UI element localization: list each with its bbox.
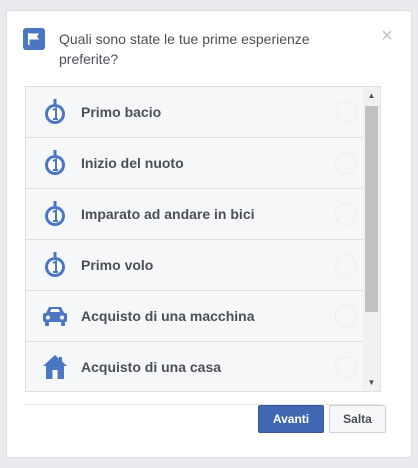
radio-button[interactable] bbox=[335, 152, 357, 174]
medal-icon bbox=[42, 201, 68, 227]
divider bbox=[25, 404, 381, 405]
radio-button[interactable] bbox=[335, 254, 357, 276]
list-item-label: Imparato ad andare in bici bbox=[81, 206, 255, 222]
house-icon bbox=[42, 354, 68, 380]
list-item[interactable]: Acquisto di una macchina bbox=[26, 291, 377, 342]
list-item[interactable]: Primo volo bbox=[26, 240, 377, 291]
next-button[interactable]: Avanti bbox=[258, 405, 324, 433]
list-item[interactable]: Primo bacio bbox=[26, 87, 377, 138]
radio-button[interactable] bbox=[335, 305, 357, 327]
list-item-label: Acquisto di una macchina bbox=[81, 308, 255, 324]
radio-button[interactable] bbox=[335, 101, 357, 123]
medal-icon bbox=[42, 99, 68, 125]
list-item[interactable]: Inizio del nuoto bbox=[26, 138, 377, 189]
skip-button[interactable]: Salta bbox=[329, 405, 386, 433]
list-item-label: Primo volo bbox=[81, 257, 154, 273]
list-item-label: Acquisto di una casa bbox=[81, 359, 222, 375]
list-item-label: Inizio del nuoto bbox=[81, 155, 184, 171]
medal-icon bbox=[42, 252, 68, 278]
flag-icon bbox=[23, 28, 45, 50]
scroll-up-arrow-icon[interactable]: ▲ bbox=[363, 87, 380, 104]
list-item[interactable]: Imparato ad andare in bici bbox=[26, 189, 377, 240]
close-icon[interactable]: × bbox=[379, 26, 395, 46]
experience-list: Primo bacio Inizio del nuoto Imparato ad… bbox=[25, 86, 381, 392]
question-text: Quali sono state le tue prime esperienze… bbox=[59, 31, 310, 67]
radio-button[interactable] bbox=[335, 356, 357, 378]
dialog: Quali sono state le tue prime esperienze… bbox=[6, 10, 412, 458]
list-item[interactable]: Acquisto di una casa bbox=[26, 342, 377, 391]
scrollbar[interactable]: ▲ ▼ bbox=[363, 87, 380, 391]
dialog-header: Quali sono state le tue prime esperienze… bbox=[23, 26, 395, 75]
radio-button[interactable] bbox=[335, 203, 357, 225]
medal-icon bbox=[42, 150, 68, 176]
scroll-thumb[interactable] bbox=[365, 106, 378, 312]
scroll-down-arrow-icon[interactable]: ▼ bbox=[363, 374, 380, 391]
list-item-label: Primo bacio bbox=[81, 104, 162, 120]
car-icon bbox=[42, 303, 68, 329]
